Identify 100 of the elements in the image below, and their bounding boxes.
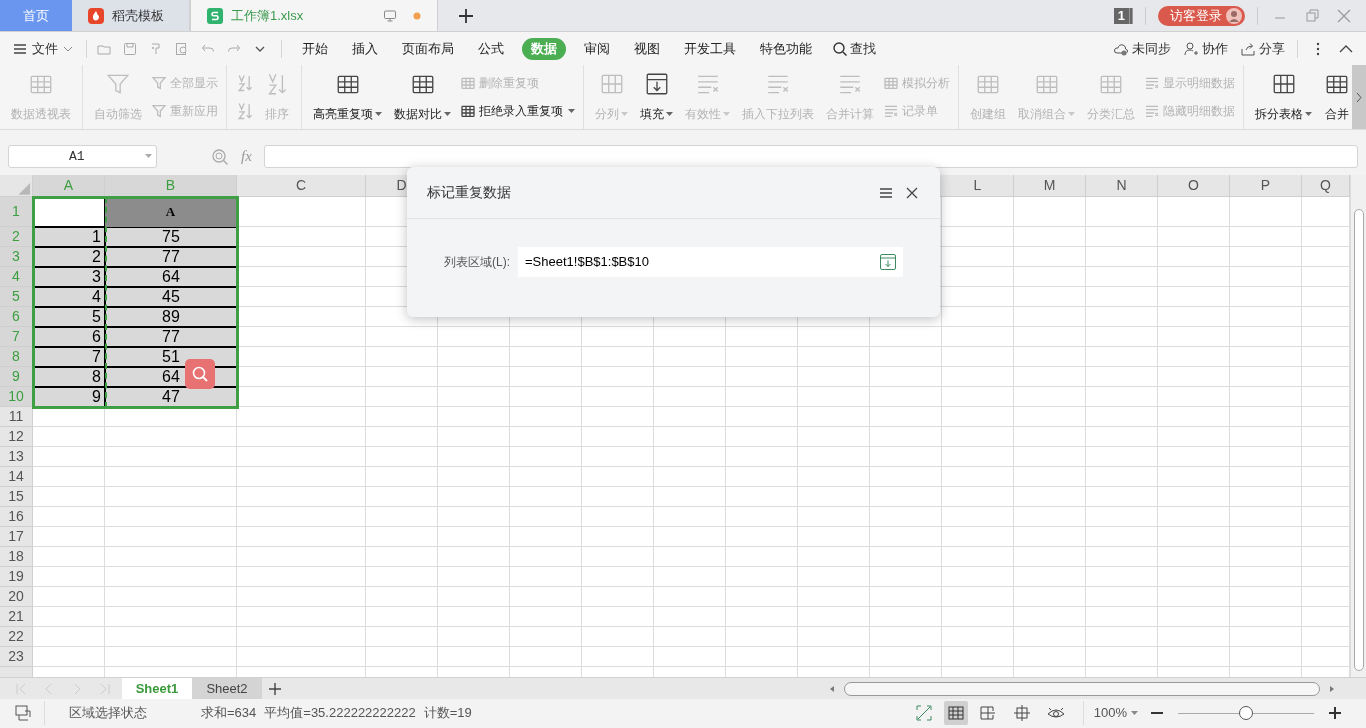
row-header[interactable]: 15 [0, 487, 33, 507]
ribbon-button[interactable]: 拆分表格 [1252, 69, 1315, 125]
table-cell[interactable]: 77 [105, 247, 237, 267]
slider-thumb[interactable] [1239, 706, 1253, 720]
status-stat: 求和=634 [201, 704, 257, 723]
range-field[interactable]: =Sheet1!$B$1:$B$10 [518, 247, 903, 277]
name-box[interactable]: A1 [8, 145, 157, 168]
table-cell[interactable]: 75 [105, 227, 237, 247]
find-button[interactable]: 查找 [832, 38, 876, 59]
table-cell[interactable]: 8 [33, 367, 105, 387]
table-cell[interactable]: A [105, 197, 237, 227]
row-header[interactable]: 21 [0, 607, 33, 627]
table-cell[interactable]: 2 [33, 247, 105, 267]
flame-logo-icon [88, 7, 104, 24]
column-header[interactable]: O [1158, 175, 1230, 196]
table-cell[interactable]: 1 [33, 227, 105, 247]
login-button[interactable]: 访客登录 [1158, 5, 1245, 26]
avatar-icon [1226, 7, 1242, 24]
zoom-in-icon[interactable] [1328, 706, 1342, 720]
menu-tab[interactable]: 特色功能 [748, 37, 824, 60]
menu-tab[interactable]: 开发工具 [672, 37, 748, 60]
table-icon [460, 75, 476, 91]
table-cell[interactable]: 77 [105, 327, 237, 347]
table-cell[interactable]: 89 [105, 307, 237, 327]
ribbon-button[interactable]: 填充 [637, 69, 676, 125]
row-header[interactable]: 23 [0, 647, 33, 667]
last-sheet-icon[interactable] [98, 681, 112, 696]
row-header[interactable]: 22 [0, 627, 33, 647]
ribbon-button[interactable]: 数据对比 [391, 69, 454, 125]
normal-view-icon[interactable] [943, 701, 968, 725]
menu-tab[interactable]: 审阅 [572, 37, 622, 60]
caret-icon [145, 154, 152, 159]
person-add-icon [1183, 40, 1199, 57]
menu-tab[interactable]: 插入 [340, 37, 390, 60]
sheet-tab[interactable]: Sheet1 [122, 678, 192, 699]
save-icon[interactable] [122, 40, 138, 57]
list-icon [1144, 103, 1160, 119]
unsaved-dot-icon [413, 11, 421, 20]
record-macro-icon[interactable] [14, 704, 32, 722]
ribbon-button[interactable]: 高亮重复项 [310, 69, 385, 125]
row-header[interactable] [0, 667, 33, 677]
funnel-icon [151, 103, 167, 119]
table-cell[interactable]: 5 [33, 307, 105, 327]
zoom-formula-icon[interactable] [211, 147, 229, 166]
blank-cell[interactable] [33, 197, 105, 227]
column-header[interactable]: C [237, 175, 366, 196]
horizontal-scrollbar[interactable] [844, 681, 1320, 696]
menu-tab[interactable]: 公式 [466, 37, 516, 60]
first-sheet-icon[interactable] [14, 681, 28, 696]
status-stat: 平均值=35.222222222222 [264, 704, 416, 723]
table-cell[interactable]: 7 [33, 347, 105, 367]
row-header[interactable]: 13 [0, 447, 33, 467]
column-header[interactable]: N [1086, 175, 1158, 196]
ribbon-button[interactable]: 拒绝录入重复项 [460, 102, 575, 120]
file-menu[interactable]: 文件 [12, 38, 82, 59]
table-cell[interactable]: 6 [33, 327, 105, 347]
row-header[interactable]: 11 [0, 407, 33, 427]
funnel-icon [151, 75, 167, 91]
list-icon [1144, 75, 1160, 91]
row-header[interactable]: 17 [0, 527, 33, 547]
print-preview-icon[interactable] [174, 40, 190, 57]
table-cell[interactable]: 64 [105, 267, 237, 287]
table-cell[interactable]: 9 [33, 387, 105, 407]
menu-tab[interactable]: 页面布局 [390, 37, 466, 60]
window-count-badge[interactable]: 1 [1113, 7, 1133, 24]
table-cell[interactable]: 47 [105, 387, 237, 407]
sheet-tab[interactable]: Sheet2 [192, 678, 262, 699]
row-header[interactable]: 18 [0, 547, 33, 567]
toolbar-action[interactable]: 未同步 [1113, 38, 1171, 59]
row-header[interactable]: 14 [0, 467, 33, 487]
search-tooltip[interactable] [185, 359, 215, 389]
collapse-range-icon [879, 253, 897, 271]
table-icon [460, 103, 476, 119]
row-header[interactable]: 20 [0, 587, 33, 607]
table-cell[interactable]: 3 [33, 267, 105, 287]
table-cell[interactable]: 45 [105, 287, 237, 307]
zoom-slider[interactable] [1178, 706, 1314, 720]
scroll-right-icon[interactable] [1328, 684, 1336, 693]
row-header[interactable]: 12 [0, 427, 33, 447]
vertical-scrollbar[interactable] [1353, 209, 1364, 671]
row-header[interactable]: 16 [0, 507, 33, 527]
column-header[interactable]: L [942, 175, 1014, 196]
share-icon [1240, 40, 1256, 57]
spreadsheet-logo-icon [207, 7, 223, 24]
status-stat: 计数=19 [423, 704, 472, 723]
table-cell[interactable]: 4 [33, 287, 105, 307]
column-header[interactable]: M [1014, 175, 1086, 196]
tab[interactable]: 工作簿1.xlsx [190, 0, 438, 31]
formula-input[interactable] [263, 145, 1358, 168]
ribbon-button[interactable]: 合并 [1321, 69, 1353, 125]
toolbar-action[interactable]: 协作 [1183, 38, 1228, 59]
tab[interactable]: 稻壳模板 [72, 0, 190, 31]
toolbar-action[interactable]: 分享 [1240, 38, 1285, 59]
column-header[interactable]: P [1230, 175, 1302, 196]
zoom-dropdown[interactable]: 100% [1093, 703, 1138, 723]
table-cell[interactable]: 51 [105, 347, 237, 367]
menu-tab[interactable]: 开始 [290, 37, 340, 60]
menu-tab[interactable]: 视图 [622, 37, 672, 60]
row-header[interactable]: 19 [0, 567, 33, 587]
scroll-left-icon[interactable] [828, 684, 836, 693]
